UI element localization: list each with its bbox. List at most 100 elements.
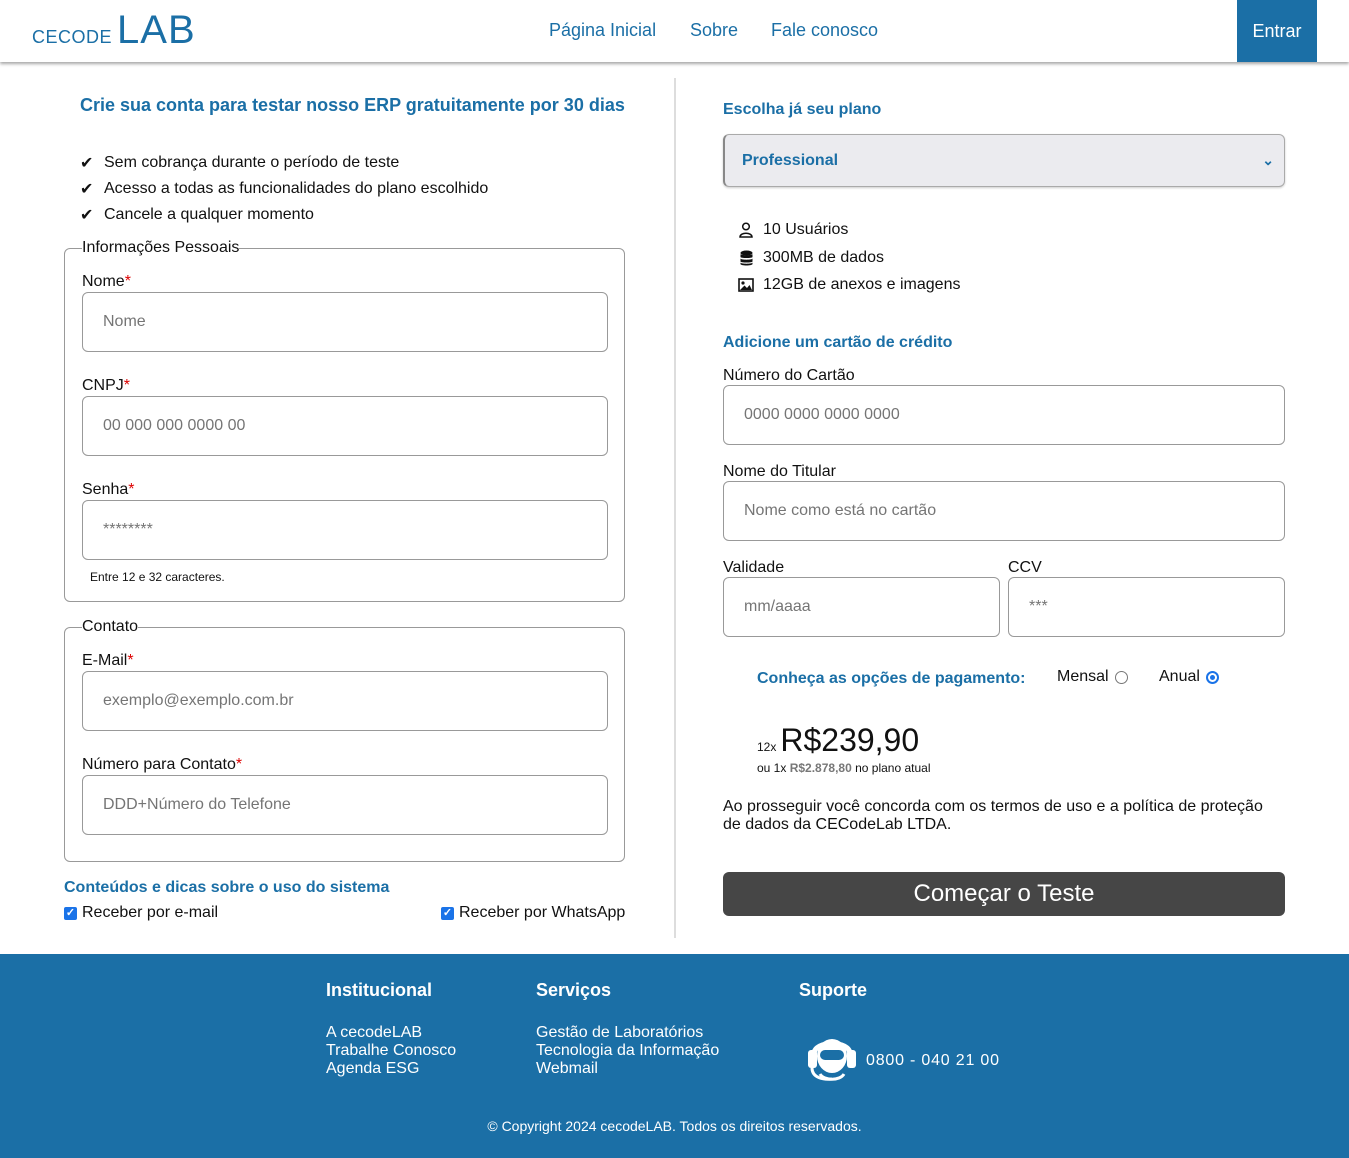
footer-link-esg[interactable]: Agenda ESG: [326, 1060, 419, 1078]
tips-heading: Conteúdos e dicas sobre o uso do sistema: [64, 879, 390, 896]
logo[interactable]: CECODE LAB: [32, 8, 196, 53]
password-label: Senha*: [82, 481, 135, 499]
name-label: Nome*: [82, 273, 131, 291]
checkmark-icon: ✔: [80, 155, 94, 172]
monthly-label: Mensal: [1057, 668, 1109, 685]
checkmark-icon: ✔: [80, 207, 94, 224]
email-opt-in-label: Receber por e-mail: [82, 904, 219, 921]
footer-link-webmail[interactable]: Webmail: [536, 1060, 598, 1078]
plan-feature: 12GB de anexos e imagens: [738, 276, 960, 294]
support-phone[interactable]: 0800 - 040 21 00: [866, 1052, 1000, 1070]
footer-services-heading: Serviços: [536, 980, 612, 1000]
name-label-text: Nome: [82, 273, 125, 290]
name-input[interactable]: [82, 292, 608, 352]
contact-legend: Contato: [82, 618, 139, 635]
benefit-text: Cancele a qualquer momento: [104, 206, 314, 223]
required-mark: *: [124, 273, 131, 290]
card-heading: Adicione um cartão de crédito: [723, 334, 953, 351]
checkmark-icon: ✔: [80, 181, 94, 198]
card-holder-label: Nome do Titular: [723, 463, 836, 480]
whatsapp-opt-in-label: Receber por WhatsApp: [459, 904, 626, 921]
footer-institutional-heading: Institucional: [326, 980, 433, 1000]
monthly-option[interactable]: Mensal: [1057, 668, 1128, 686]
required-mark: *: [128, 481, 135, 498]
card-number-input[interactable]: [723, 385, 1285, 445]
email-checkbox[interactable]: ✓: [64, 906, 77, 920]
password-label-text: Senha: [82, 481, 129, 498]
cnpj-input[interactable]: [82, 396, 608, 456]
phone-label: Número para Contato*: [82, 756, 242, 774]
expiry-input[interactable]: [723, 577, 1000, 637]
personal-info-legend: Informações Pessoais: [82, 239, 240, 256]
installments: 12x: [757, 740, 777, 754]
footer-link-about[interactable]: A cecodeLAB: [326, 1024, 422, 1042]
benefit-item: ✔ Cancele a qualquer momento: [80, 205, 314, 225]
chevron-down-icon: ⌄: [1262, 152, 1274, 168]
email-input[interactable]: [82, 671, 608, 731]
password-input[interactable]: [82, 500, 608, 560]
plan-select-value: Professional: [742, 151, 839, 169]
copyright: © Copyright 2024 cecodeLAB. Todos os dir…: [487, 1118, 862, 1134]
logo-big-text: LAB: [117, 8, 196, 52]
nav-contact-link[interactable]: Fale conosco: [771, 20, 878, 41]
phone-label-text: Número para Contato: [82, 756, 236, 773]
whatsapp-checkbox[interactable]: ✓: [441, 906, 454, 920]
logo-small-text: CECODE: [32, 27, 113, 47]
plan-feature: 300MB de dados: [738, 249, 884, 267]
login-button[interactable]: Entrar: [1237, 0, 1317, 62]
annual-label: Anual: [1159, 668, 1200, 685]
cnpj-label-text: CNPJ: [82, 377, 124, 394]
email-opt-in[interactable]: ✓ Receber por e-mail: [64, 904, 218, 922]
footer: Institucional A cecodeLAB Trabalhe Conos…: [0, 954, 1349, 1158]
plan-feature: 10 Usuários: [738, 221, 848, 239]
required-mark: *: [123, 377, 131, 394]
price-total-line: ou 1x R$2.878,80 no plano atual: [757, 761, 931, 775]
plan-select[interactable]: Professional ⌄: [723, 134, 1285, 187]
email-label-text: E-Mail: [82, 652, 128, 669]
monthly-radio[interactable]: [1114, 670, 1128, 684]
annual-option[interactable]: Anual: [1159, 668, 1219, 686]
annual-radio[interactable]: [1205, 670, 1219, 684]
whatsapp-opt-in[interactable]: ✓ Receber por WhatsApp: [441, 904, 625, 922]
terms-text: Ao prosseguir você concorda com os termo…: [723, 798, 1263, 833]
headset-icon: [806, 1028, 858, 1087]
email-label: E-Mail*: [82, 652, 134, 670]
signup-title: Crie sua conta para testar nosso ERP gra…: [80, 95, 625, 115]
footer-link-it[interactable]: Tecnologia da Informação: [536, 1042, 719, 1060]
plan-feature-text: 300MB de dados: [763, 249, 884, 266]
top-navbar: CECODE LAB Página Inicial Sobre Fale con…: [0, 0, 1349, 62]
footer-link-careers[interactable]: Trabalhe Conosco: [326, 1042, 456, 1060]
footer-support-heading: Suporte: [799, 980, 868, 1000]
benefit-item: ✔ Sem cobrança durante o período de test…: [80, 153, 399, 173]
start-trial-button[interactable]: Começar o Teste: [723, 872, 1285, 916]
cnpj-label: CNPJ*: [82, 377, 130, 395]
database-icon: [738, 250, 754, 266]
payment-options-heading: Conheça as opções de pagamento:: [757, 670, 1026, 687]
nav-about-link[interactable]: Sobre: [690, 20, 738, 41]
nav-home-link[interactable]: Página Inicial: [549, 20, 656, 41]
footer-link-lab-management[interactable]: Gestão de Laboratórios: [536, 1024, 703, 1042]
plan-feature-text: 10 Usuários: [763, 221, 849, 238]
total-prefix: ou 1x: [757, 761, 787, 775]
card-holder-input[interactable]: [723, 481, 1285, 541]
password-hint: Entre 12 e 32 caracteres.: [90, 570, 225, 584]
benefit-text: Acesso a todas as funcionalidades do pla…: [104, 180, 489, 197]
ccv-label: CCV: [1008, 559, 1042, 576]
ccv-input[interactable]: [1008, 577, 1285, 637]
installment-price: R$239,90: [780, 722, 920, 758]
price-display: 12x R$239,90: [757, 722, 919, 759]
benefit-item: ✔ Acesso a todas as funcionalidades do p…: [80, 179, 488, 199]
total-price: R$2.878,80: [789, 761, 852, 775]
required-mark: *: [127, 652, 134, 669]
plan-heading: Escolha já seu plano: [723, 101, 882, 118]
plan-feature-text: 12GB de anexos e imagens: [763, 276, 961, 293]
column-divider: [674, 78, 676, 938]
total-suffix: no plano atual: [855, 761, 931, 775]
card-number-label: Número do Cartão: [723, 367, 855, 384]
benefit-text: Sem cobrança durante o período de teste: [104, 154, 400, 171]
expiry-label: Validade: [723, 559, 785, 576]
required-mark: *: [235, 756, 243, 773]
image-icon: [738, 278, 754, 292]
phone-input[interactable]: [82, 775, 608, 835]
user-icon: [738, 222, 754, 238]
